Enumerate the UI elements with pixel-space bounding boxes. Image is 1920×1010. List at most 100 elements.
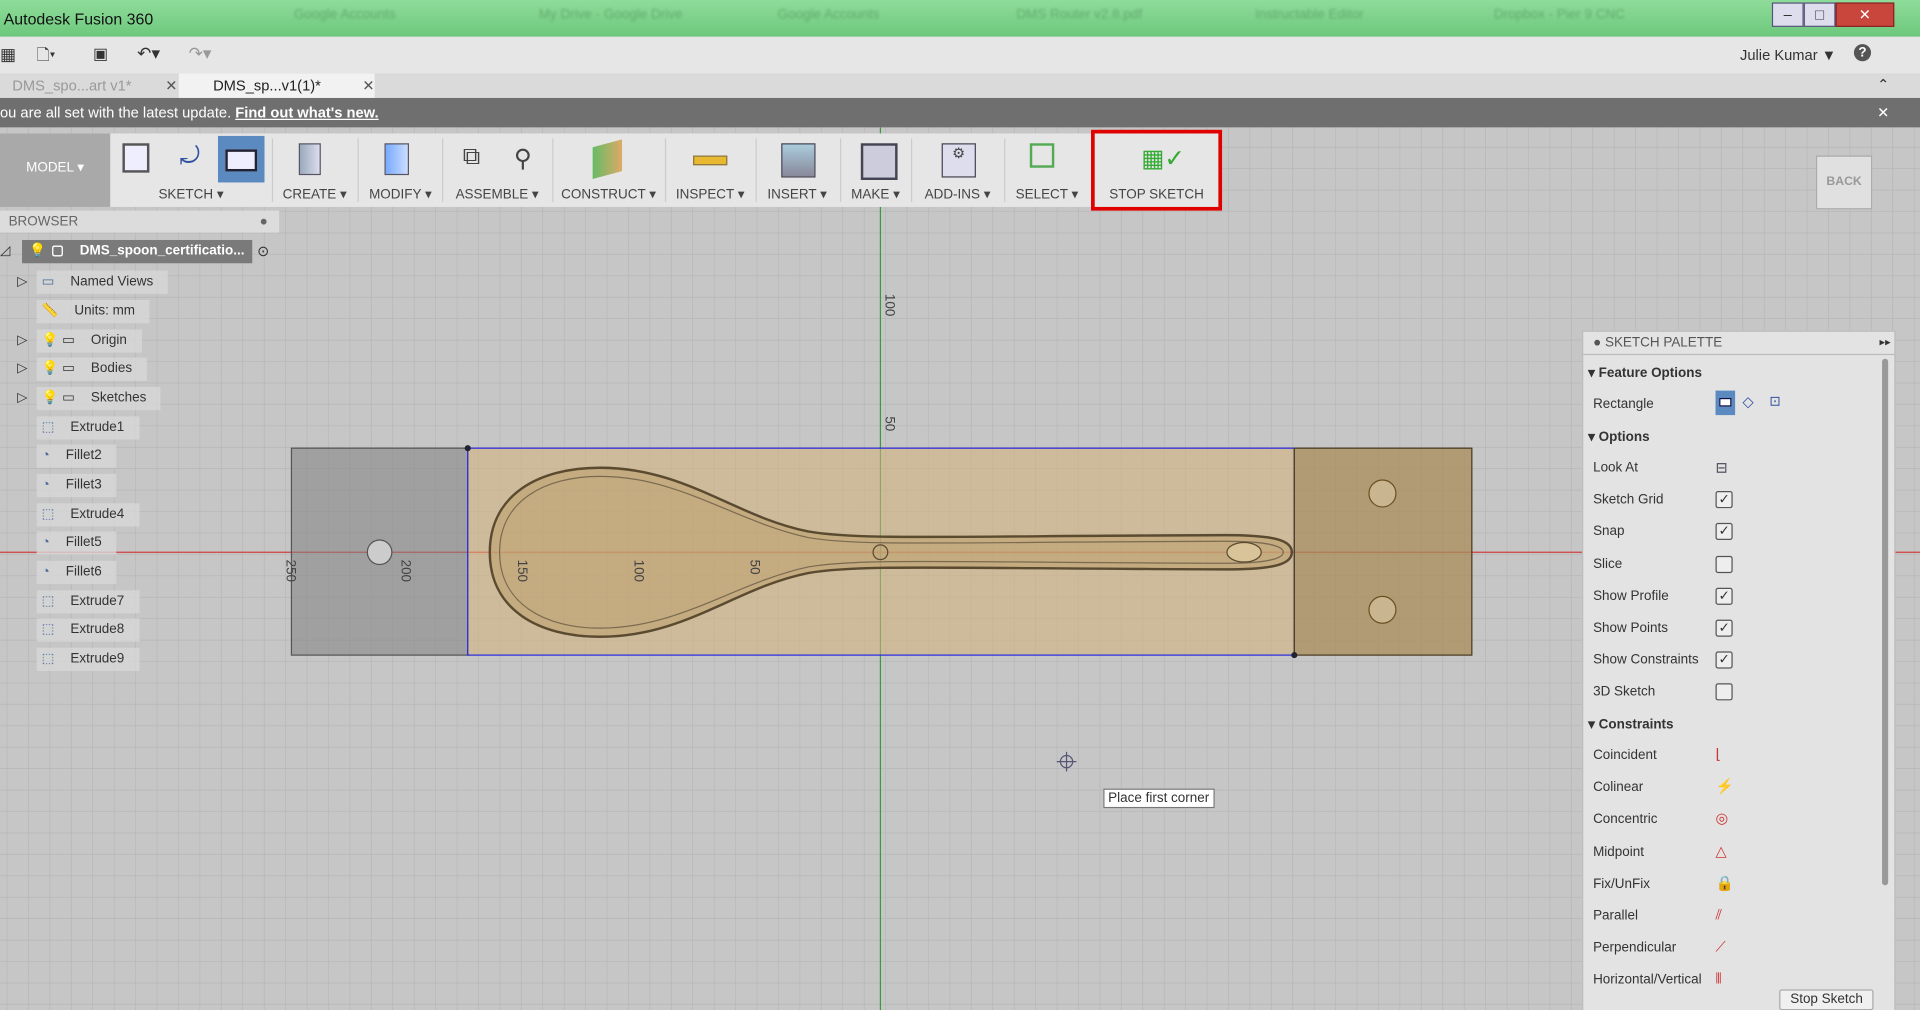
- browser-panel-header[interactable]: BROWSER ●: [0, 210, 280, 233]
- close-notice-icon[interactable]: ✕: [1877, 98, 1889, 127]
- three-point-rectangle-icon[interactable]: ◇: [1742, 393, 1753, 410]
- palette-scrollbar[interactable]: [1882, 358, 1889, 886]
- browser-item[interactable]: ⬚ Extrude9: [36, 647, 139, 672]
- collapse-icon[interactable]: ⌃: [1877, 76, 1889, 93]
- maximize-button[interactable]: □: [1803, 2, 1836, 27]
- browser-tab[interactable]: DMS Router v2.8.pdf: [1016, 7, 1142, 34]
- make-group[interactable]: MAKE ▾: [841, 133, 910, 206]
- viewcube[interactable]: BACK: [1815, 155, 1873, 210]
- collapse-root-icon[interactable]: ◿: [0, 242, 10, 259]
- assemble-group[interactable]: ⧉ ⚲ ASSEMBLE ▾: [443, 133, 551, 206]
- browser-item[interactable]: 💡 ▭ Bodies: [36, 357, 147, 381]
- concentric-icon[interactable]: ◎: [1716, 810, 1729, 827]
- document-tab[interactable]: DMS_spo...art v1* ✕: [0, 73, 177, 97]
- sketch-palette: ● SKETCH PALETTE ▸▸ ▾ Feature Options Rec…: [1582, 330, 1896, 1010]
- browser-tab[interactable]: Google Accounts: [294, 7, 396, 34]
- browser-item[interactable]: ◔ Fillet2: [36, 444, 117, 468]
- section-feature-options[interactable]: ▾ Feature Options: [1588, 365, 1702, 381]
- redo-icon[interactable]: ↷▾: [189, 43, 212, 64]
- browser-pin-icon[interactable]: ●: [260, 211, 268, 233]
- option-checkbox[interactable]: ✓: [1715, 491, 1733, 509]
- group-label: ASSEMBLE ▾: [455, 187, 539, 203]
- scripts-icon: ⚙: [941, 143, 976, 178]
- browser-item[interactable]: ◔ Fillet6: [36, 560, 117, 585]
- visibility-bulb-icon[interactable]: 💡: [42, 391, 59, 406]
- midpoint-icon[interactable]: △: [1716, 842, 1727, 859]
- create-group[interactable]: CREATE ▾: [274, 133, 355, 206]
- browser-tab[interactable]: My Drive - Google Drive: [539, 7, 683, 34]
- select-icon: [1029, 143, 1055, 168]
- rectangle-tool-icon[interactable]: [217, 135, 265, 183]
- browser-root[interactable]: 💡 ▢ DMS_spoon_certificatio...: [22, 240, 253, 264]
- look-at-icon[interactable]: ⊟: [1716, 459, 1728, 476]
- browser-item[interactable]: 💡 ▭ Sketches: [36, 386, 162, 411]
- addins-group[interactable]: ⚙ ADD-INS ▾: [912, 133, 1003, 206]
- browser-item[interactable]: ◔ Fillet5: [36, 531, 117, 555]
- browser-item[interactable]: 📏 Units: mm: [36, 300, 150, 324]
- close-tab-icon[interactable]: ✕: [165, 73, 177, 97]
- visibility-bulb-icon[interactable]: 💡: [42, 361, 59, 376]
- inspect-group[interactable]: INSPECT ▾: [666, 133, 754, 206]
- visibility-bulb-icon[interactable]: 💡: [29, 244, 46, 259]
- user-menu[interactable]: Julie Kumar ▼: [1740, 47, 1836, 64]
- expand-palette-icon[interactable]: ▸▸: [1880, 336, 1891, 349]
- file-menu-icon[interactable]: 🗋▾: [37, 44, 56, 71]
- help-icon[interactable]: ?: [1853, 44, 1872, 62]
- insert-group[interactable]: INSERT ▾: [757, 133, 838, 206]
- stop-sketch-palette-button[interactable]: Stop Sketch: [1779, 989, 1874, 1010]
- option-checkbox[interactable]: ✓: [1715, 587, 1733, 605]
- close-window-button[interactable]: ✕: [1835, 2, 1895, 27]
- section-label: Constraints: [1598, 717, 1674, 733]
- palette-header[interactable]: ● SKETCH PALETTE ▸▸: [1583, 332, 1895, 356]
- two-point-rectangle-icon[interactable]: [1715, 390, 1736, 416]
- center-rectangle-icon[interactable]: ⊡: [1769, 393, 1780, 409]
- expand-icon[interactable]: ▷: [17, 360, 27, 376]
- option-checkbox[interactable]: [1715, 555, 1733, 573]
- data-panel-grid-icon[interactable]: ▦: [0, 44, 16, 65]
- browser-tab[interactable]: Dropbox - Pier 9 CNC: [1494, 7, 1625, 34]
- construct-group[interactable]: CONSTRUCT ▾: [553, 133, 663, 206]
- workspace-switcher[interactable]: MODEL ▾: [0, 133, 111, 207]
- document-tab-active[interactable]: DMS_sp...v1(1)* ✕: [178, 73, 375, 98]
- section-label: Options: [1598, 429, 1650, 445]
- browser-tab[interactable]: Google Accounts: [778, 7, 880, 34]
- browser-item[interactable]: 💡 ▭ Origin: [36, 329, 142, 353]
- browser-item[interactable]: ⬚ Extrude1: [36, 416, 139, 440]
- sketch-group[interactable]: ⤾ SKETCH ▾: [113, 133, 270, 206]
- option-checkbox[interactable]: ✓: [1715, 651, 1733, 669]
- visibility-bulb-icon[interactable]: 💡: [42, 333, 59, 348]
- expand-icon[interactable]: ▷: [17, 389, 27, 406]
- expand-icon[interactable]: ▷: [17, 332, 27, 348]
- parallel-icon[interactable]: ⫽: [1716, 906, 1723, 924]
- browser-item[interactable]: ⬚ Extrude4: [36, 503, 139, 527]
- group-label: STOP SKETCH: [1109, 187, 1204, 203]
- browser-item[interactable]: ◔ Fillet3: [36, 473, 117, 498]
- modify-group[interactable]: MODIFY ▾: [360, 133, 441, 206]
- horizontal-vertical-icon[interactable]: ⫴: [1716, 970, 1722, 988]
- coincident-icon[interactable]: ⌊: [1716, 746, 1722, 763]
- app-title: Autodesk Fusion 360: [3, 9, 154, 29]
- browser-item[interactable]: ⬚ Extrude7: [36, 590, 139, 614]
- lock-icon[interactable]: 🔒: [1716, 874, 1734, 891]
- section-constraints[interactable]: ▾ Constraints: [1588, 716, 1674, 733]
- create-sketch-icon[interactable]: [122, 143, 150, 173]
- whats-new-link[interactable]: Find out what's new.: [235, 104, 378, 121]
- stop-sketch-button[interactable]: ▦✓ STOP SKETCH: [1091, 129, 1223, 211]
- option-checkbox[interactable]: [1715, 683, 1733, 701]
- option-checkbox[interactable]: ✓: [1715, 523, 1733, 541]
- browser-tab[interactable]: Instructable Editor: [1255, 7, 1364, 34]
- option-checkbox[interactable]: ✓: [1715, 619, 1733, 637]
- save-icon[interactable]: ▣: [93, 44, 108, 64]
- browser-item[interactable]: ⬚ Extrude8: [36, 618, 139, 642]
- undo-icon[interactable]: ↶▾: [137, 43, 160, 64]
- browser-item[interactable]: ▭ Named Views: [36, 270, 168, 294]
- expand-icon[interactable]: ▷: [17, 273, 27, 289]
- line-icon[interactable]: ⤾: [174, 143, 206, 175]
- select-group[interactable]: SELECT ▾: [1005, 133, 1088, 206]
- activate-radio[interactable]: ⊙: [257, 242, 269, 259]
- section-options[interactable]: ▾ Options: [1588, 429, 1649, 445]
- minimize-button[interactable]: –: [1771, 2, 1804, 27]
- perpendicular-icon[interactable]: ⟋: [1716, 938, 1726, 956]
- colinear-icon[interactable]: ⚡: [1716, 778, 1734, 795]
- close-tab-icon[interactable]: ✕: [362, 73, 374, 97]
